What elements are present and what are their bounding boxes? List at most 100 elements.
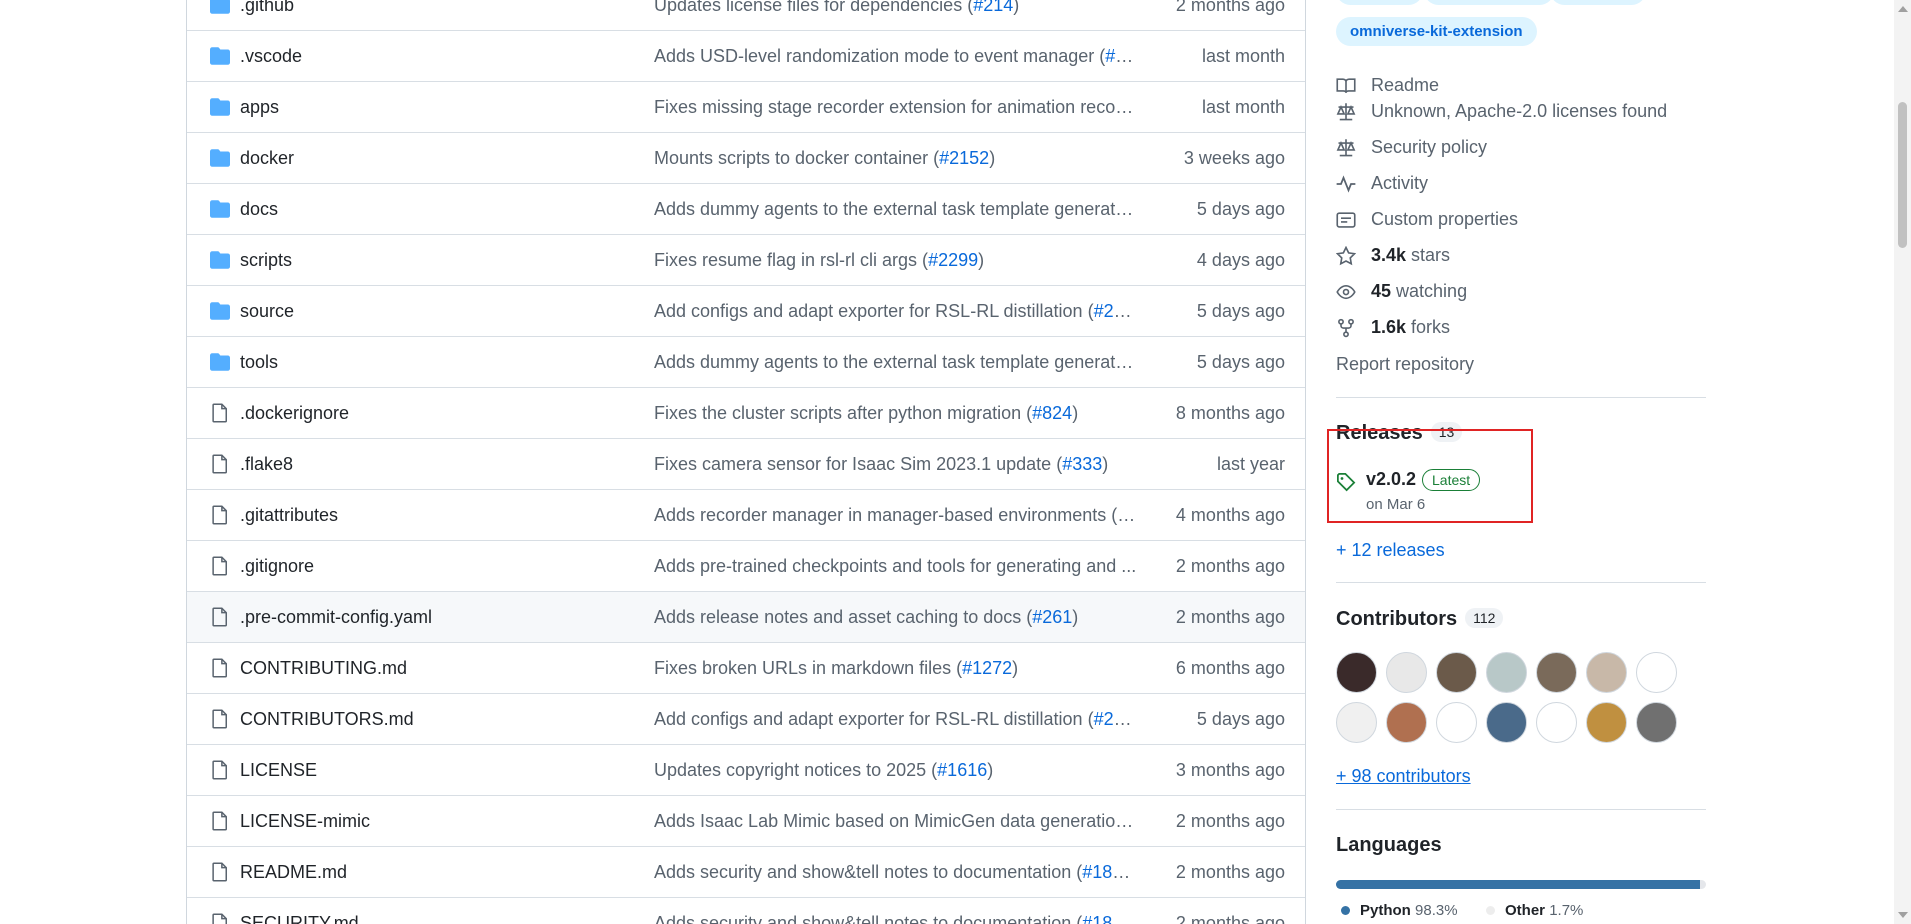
pull-request-link[interactable]: #1616 [937,760,987,780]
pull-request-link[interactable]: #1272 [962,658,1012,678]
scroll-up-arrow[interactable] [1898,6,1908,12]
file-name-link[interactable]: .gitignore [240,541,314,592]
commit-message-link[interactable]: Adds USD-level randomization mode to eve… [654,31,1137,82]
commit-message-link[interactable]: Fixes resume flag in rsl-rl cli args (#2… [654,235,1137,286]
pull-request-link[interactable]: #1830 [1082,913,1132,924]
file-name-link[interactable]: .flake8 [240,439,293,490]
contributor-avatar[interactable] [1586,702,1627,743]
file-row[interactable]: SECURITY.md Adds security and show&tell n… [187,898,1305,924]
pull-request-link[interactable]: #333 [1062,454,1102,474]
contributor-avatar[interactable] [1386,652,1427,693]
file-name-link[interactable]: .gitattributes [240,490,338,541]
topic-tag[interactable]: robotics [1336,0,1424,5]
file-name-link[interactable]: .vscode [240,31,302,82]
pull-request-link[interactable]: #2182 [1094,301,1137,321]
contributor-avatar[interactable] [1436,652,1477,693]
commit-message-link[interactable]: Mounts scripts to docker container (#215… [654,133,1137,184]
commit-message-link[interactable]: Adds security and show&tell notes to doc… [654,898,1137,924]
file-name-link[interactable]: .dockerignore [240,388,349,439]
report-repository-link[interactable]: Report repository [1336,354,1474,375]
file-row[interactable]: CONTRIBUTORS.md Add configs and adapt exp… [187,694,1305,745]
file-row[interactable]: scripts Fixes resume flag in rsl-rl cli a… [187,235,1305,286]
pull-request-link[interactable]: #1830 [1082,862,1132,882]
contributor-avatar[interactable] [1586,652,1627,693]
page-scrollbar[interactable] [1894,0,1911,924]
commit-message-link[interactable]: Adds dummy agents to the external task t… [654,184,1137,235]
pull-request-link[interactable]: #2182 [1094,709,1137,729]
commit-message-link[interactable]: Add configs and adapt exporter for RSL-R… [654,286,1137,337]
release-version-link[interactable]: v2.0.2 [1366,469,1416,490]
file-name-link[interactable]: docs [240,184,278,235]
file-name-link[interactable]: LICENSE-mimic [240,796,370,847]
file-name-link[interactable]: scripts [240,235,292,286]
file-row[interactable]: .gitignore Adds pre-trained checkpoints a… [187,541,1305,592]
file-row[interactable]: .dockerignore Fixes the cluster scripts a… [187,388,1305,439]
contributor-avatar[interactable] [1486,652,1527,693]
commit-message-link[interactable]: Add configs and adapt exporter for RSL-R… [654,694,1137,745]
commit-message-link[interactable]: Adds dummy agents to the external task t… [654,337,1137,388]
file-name-link[interactable]: source [240,286,294,337]
commit-message-link[interactable]: Updates copyright notices to 2025 (#1616… [654,745,1137,796]
file-row[interactable]: LICENSE-mimic Adds Isaac Lab Mimic based … [187,796,1305,847]
file-row[interactable]: docs Adds dummy agents to the external ta… [187,184,1305,235]
pull-request-link[interactable]: #2299 [928,250,978,270]
language-item-python[interactable]: Python 98.3% [1341,902,1458,919]
file-name-link[interactable]: docker [240,133,294,184]
file-name-link[interactable]: CONTRIBUTING.md [240,643,407,694]
file-name-link[interactable]: LICENSE [240,745,317,796]
topic-tag[interactable]: robot-learning [1424,0,1554,5]
scroll-down-arrow[interactable] [1898,912,1908,918]
file-row[interactable]: tools Adds dummy agents to the external t… [187,337,1305,388]
file-name-link[interactable]: .github [240,0,294,31]
file-row[interactable]: .github Updates license files for depende… [187,0,1305,31]
file-row[interactable]: .flake8 Fixes camera sensor for Isaac Sim… [187,439,1305,490]
file-row[interactable]: CONTRIBUTING.md Fixes broken URLs in mark… [187,643,1305,694]
commit-message-link[interactable]: Fixes camera sensor for Isaac Sim 2023.1… [654,439,1137,490]
file-row[interactable]: .pre-commit-config.yaml Adds release note… [187,592,1305,643]
file-name-link[interactable]: apps [240,82,279,133]
pull-request-link[interactable]: #261 [1032,607,1072,627]
commit-message-link[interactable]: Adds recorder manager in manager-based e… [654,490,1137,541]
file-row[interactable]: apps Fixes missing stage recorder extensi… [187,82,1305,133]
contributor-avatar[interactable] [1636,652,1677,693]
file-row[interactable]: docker Mounts scripts to docker container… [187,133,1305,184]
file-row[interactable]: LICENSE Updates copyright notices to 2025… [187,745,1305,796]
contributor-avatar[interactable] [1486,702,1527,743]
pull-request-link[interactable]: #20... [1105,46,1137,66]
pull-request-link[interactable]: #824 [1032,403,1072,423]
contributors-heading[interactable]: Contributors 112 [1336,608,1504,631]
commit-message-link[interactable]: Adds release notes and asset caching to … [654,592,1137,643]
file-row[interactable]: .gitattributes Adds recorder manager in m… [187,490,1305,541]
topic-tag[interactable]: isaac-sim [1550,0,1647,5]
file-row[interactable]: source Add configs and adapt exporter for… [187,286,1305,337]
commit-message-link[interactable]: Fixes broken URLs in markdown files (#12… [654,643,1137,694]
file-row[interactable]: .vscode Adds USD-level randomization mode… [187,31,1305,82]
contributor-avatar[interactable] [1386,702,1427,743]
more-contributors-link[interactable]: + 98 contributors [1336,766,1471,787]
contributor-avatar[interactable] [1536,702,1577,743]
pull-request-link[interactable]: #214 [973,0,1013,15]
file-name-link[interactable]: SECURITY.md [240,898,359,924]
language-item-other[interactable]: Other 1.7% [1486,902,1583,919]
commit-message-link[interactable]: Adds security and show&tell notes to doc… [654,847,1137,898]
commit-message-link[interactable]: Updates license files for dependencies (… [654,0,1137,31]
commit-message-link[interactable]: Fixes missing stage recorder extension f… [654,82,1137,133]
more-releases-link[interactable]: + 12 releases [1336,540,1445,561]
commit-message-link[interactable]: Adds pre-trained checkpoints and tools f… [654,541,1137,592]
commit-message-link[interactable]: Fixes the cluster scripts after python m… [654,388,1137,439]
contributor-avatar[interactable] [1336,702,1377,743]
contributor-avatar[interactable] [1436,702,1477,743]
contributor-avatar[interactable] [1336,652,1377,693]
pull-request-link[interactable]: #2152 [939,148,989,168]
topic-tag[interactable]: omniverse-kit-extension [1336,17,1537,46]
commit-message-text: Adds recorder manager in manager-based e… [654,505,1118,525]
contributor-avatar[interactable] [1636,702,1677,743]
scroll-thumb[interactable] [1898,102,1907,248]
file-name-link[interactable]: tools [240,337,278,388]
file-name-link[interactable]: README.md [240,847,347,898]
file-name-link[interactable]: CONTRIBUTORS.md [240,694,414,745]
file-name-link[interactable]: .pre-commit-config.yaml [240,592,432,643]
commit-message-link[interactable]: Adds Isaac Lab Mimic based on MimicGen d… [654,796,1137,847]
contributor-avatar[interactable] [1536,652,1577,693]
file-row[interactable]: README.md Adds security and show&tell not… [187,847,1305,898]
